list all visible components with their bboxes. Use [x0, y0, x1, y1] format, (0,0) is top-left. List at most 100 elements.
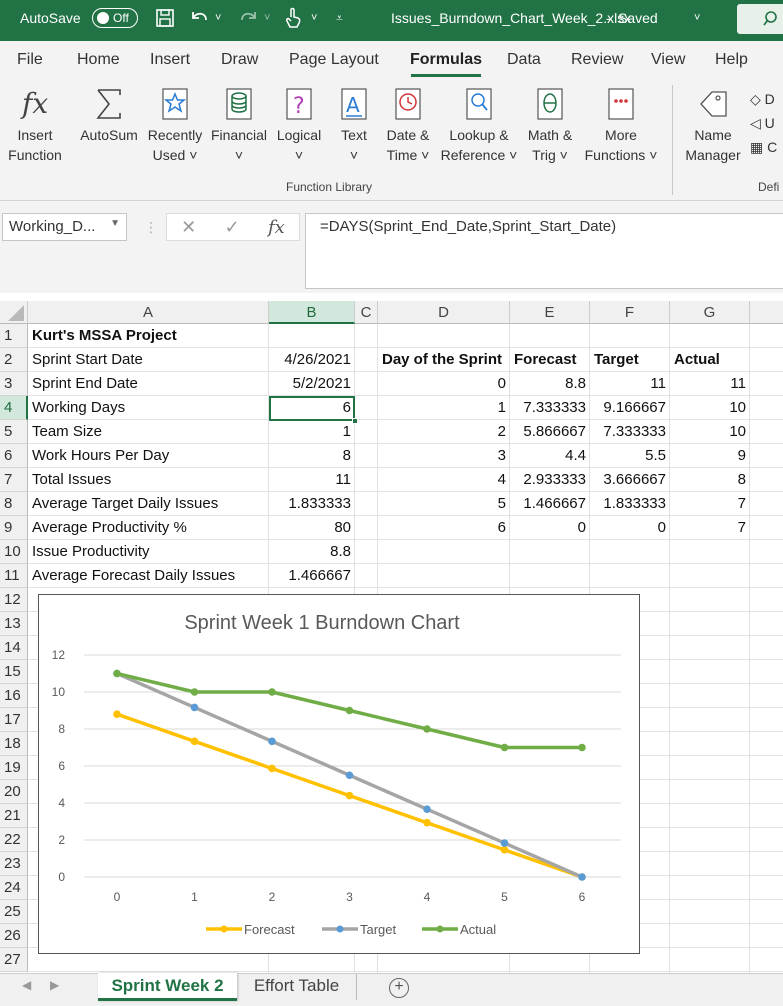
cell[interactable]: 9 [670, 444, 750, 468]
row-header[interactable]: 15 [0, 660, 28, 684]
cell[interactable]: 1 [378, 396, 510, 420]
select-all-corner[interactable] [0, 301, 28, 324]
fill-handle[interactable] [352, 418, 358, 424]
active-cell-outline[interactable] [269, 396, 355, 421]
data-point-forecast[interactable] [113, 710, 121, 718]
redo-icon[interactable] [238, 6, 260, 30]
worksheet-grid[interactable]: A B C D E F G 1 2 3 4 5 6 7 8 9 10 11 12 13 14 15 16 17 1… [0, 301, 783, 973]
cell[interactable]: 8 [670, 468, 750, 492]
undo-icon[interactable] [188, 6, 210, 30]
row-header[interactable]: 22 [0, 828, 28, 852]
cell[interactable]: Total Issues [28, 468, 269, 492]
cell[interactable]: Sprint Start Date [28, 348, 269, 372]
date-time-button[interactable]: Date & Time ˅ [378, 87, 438, 165]
cell[interactable]: Kurt's MSSA Project [28, 324, 269, 348]
enter-icon[interactable]: ✓ [225, 217, 240, 238]
cell[interactable]: 0 [590, 516, 670, 540]
row-header[interactable]: 19 [0, 756, 28, 780]
column-header-d[interactable]: D [378, 301, 510, 324]
cell[interactable]: 1.833333 [590, 492, 670, 516]
cell[interactable]: 4 [378, 468, 510, 492]
column-header-h[interactable] [750, 301, 783, 324]
text-button[interactable]: A Text ˅ [332, 87, 376, 165]
scroll-right-icon[interactable]: ▶ [50, 978, 59, 992]
row-header[interactable]: 24 [0, 876, 28, 900]
cell[interactable]: 80 [269, 516, 355, 540]
burndown-chart[interactable]: Sprint Week 1 Burndown Chart 0 2 4 6 8 10 12 0… [38, 594, 640, 954]
data-point-actual[interactable] [268, 688, 276, 696]
cell[interactable]: Work Hours Per Day [28, 444, 269, 468]
cell[interactable]: Average Forecast Daily Issues [28, 564, 269, 588]
cell[interactable]: 5/2/2021 [269, 372, 355, 396]
formula-bar-grip-icon[interactable]: ⋮ [144, 219, 158, 236]
tab-view[interactable]: View [651, 51, 685, 69]
touch-dropdown-icon[interactable]: ˅ [311, 6, 317, 30]
row-header[interactable]: 6 [0, 444, 28, 468]
row-header[interactable]: 9 [0, 516, 28, 540]
scroll-left-icon[interactable]: ◀ [22, 978, 31, 992]
formula-input[interactable]: =DAYS(Sprint_End_Date,Sprint_Start_Date) [305, 213, 783, 289]
define-name-button[interactable]: ◇ D [750, 87, 777, 111]
cell[interactable]: 7 [670, 516, 750, 540]
tab-review[interactable]: Review [571, 51, 623, 69]
search-box[interactable] [737, 4, 783, 34]
cell[interactable]: 1.833333 [269, 492, 355, 516]
row-header[interactable]: 8 [0, 492, 28, 516]
sheet-tab-effort-table[interactable]: Effort Table [237, 974, 357, 1000]
cell[interactable]: 1 [269, 420, 355, 444]
cell[interactable]: 11 [269, 468, 355, 492]
cell[interactable]: 8 [269, 444, 355, 468]
row-header[interactable]: 16 [0, 684, 28, 708]
cell[interactable]: Forecast [510, 348, 590, 372]
column-header-b[interactable]: B [269, 301, 355, 324]
row-header[interactable]: 21 [0, 804, 28, 828]
cell[interactable]: 3 [378, 444, 510, 468]
row-header[interactable]: 1 [0, 324, 28, 348]
cell[interactable]: 2 [378, 420, 510, 444]
cell[interactable]: Sprint End Date [28, 372, 269, 396]
cell[interactable]: 6 [378, 516, 510, 540]
save-status[interactable]: Saved [618, 0, 658, 36]
cell[interactable]: 8.8 [269, 540, 355, 564]
row-header[interactable]: 3 [0, 372, 28, 396]
column-header-g[interactable]: G [670, 301, 750, 324]
create-from-selection-button[interactable]: ▦ C [750, 135, 777, 159]
row-header[interactable]: 27 [0, 948, 28, 972]
column-header-a[interactable]: A [28, 301, 269, 324]
cell[interactable]: Average Productivity % [28, 516, 269, 540]
insert-function-icon[interactable]: fx [268, 217, 285, 238]
tab-formulas[interactable]: Formulas [410, 51, 482, 69]
tab-insert[interactable]: Insert [150, 51, 190, 69]
tab-data[interactable]: Data [507, 51, 541, 69]
name-manager-button[interactable]: Name Manager [682, 87, 744, 165]
data-point-forecast[interactable] [345, 791, 354, 800]
add-sheet-icon[interactable]: + [389, 978, 409, 998]
column-header-f[interactable]: F [590, 301, 670, 324]
autosum-button[interactable]: AutoSum [78, 87, 140, 145]
cell[interactable]: 2.933333 [510, 468, 590, 492]
data-point-actual[interactable] [500, 743, 509, 752]
more-functions-button[interactable]: More Functions ˅ [580, 87, 662, 165]
row-header[interactable]: 18 [0, 732, 28, 756]
data-point-actual[interactable] [423, 725, 431, 733]
row-header[interactable]: 26 [0, 924, 28, 948]
data-point-forecast[interactable] [500, 846, 509, 854]
data-point-forecast[interactable] [190, 737, 199, 746]
recently-used-button[interactable]: Recently Used ˅ [144, 87, 206, 165]
cell[interactable]: Working Days [28, 396, 269, 420]
data-point-forecast[interactable] [268, 764, 276, 773]
cell[interactable]: 0 [378, 372, 510, 396]
row-header[interactable]: 4 [0, 396, 28, 420]
tab-file[interactable]: File [17, 51, 43, 69]
save-icon[interactable] [155, 6, 175, 30]
cell[interactable]: Team Size [28, 420, 269, 444]
cell[interactable]: 4/26/2021 [269, 348, 355, 372]
use-in-formula-button[interactable]: ◁ U [750, 111, 777, 135]
cell[interactable]: 5.866667 [510, 420, 590, 444]
row-header[interactable]: 17 [0, 708, 28, 732]
row-header[interactable]: 13 [0, 612, 28, 636]
data-point-actual[interactable] [578, 743, 586, 752]
logical-button[interactable]: ? Logical ˅ [272, 87, 326, 165]
row-header[interactable]: 14 [0, 636, 28, 660]
name-box-dropdown-icon[interactable]: ▼ [110, 218, 120, 229]
